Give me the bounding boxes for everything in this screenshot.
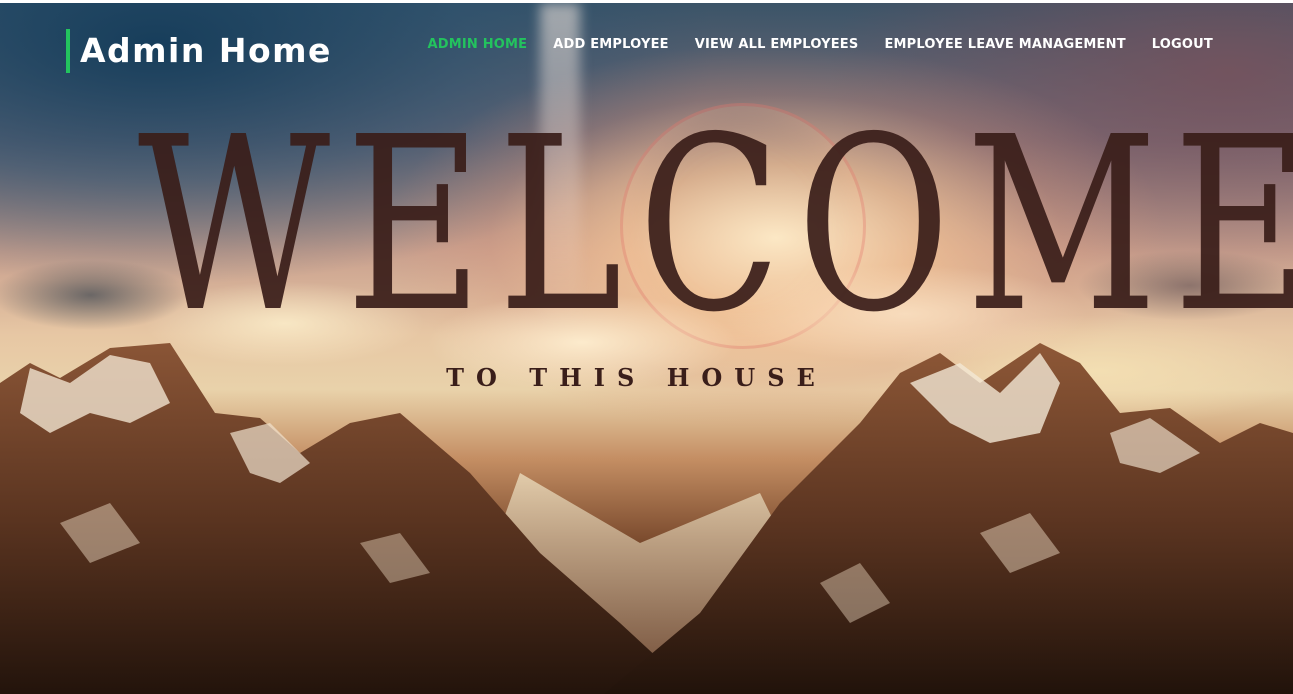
nav-item-admin-home: ADMIN HOME (427, 36, 527, 54)
nav-link-logout[interactable]: LOGOUT (1152, 36, 1213, 54)
main-nav: ADMIN HOME ADD EMPLOYEE VIEW ALL EMPLOYE… (427, 36, 1213, 54)
nav-item-view-all-employees: VIEW ALL EMPLOYEES (695, 36, 859, 54)
nav-item-employee-leave-management: EMPLOYEE LEAVE MANAGEMENT (884, 36, 1125, 54)
nav-link-add-employee[interactable]: ADD EMPLOYEE (553, 36, 669, 54)
top-navbar: Admin Home ADMIN HOME ADD EMPLOYEE VIEW … (0, 3, 1293, 89)
brand-title[interactable]: Admin Home (80, 29, 332, 73)
hero-text: WELCOME TO THIS HOUSE (0, 85, 1293, 392)
nav-item-add-employee: ADD EMPLOYEE (553, 36, 669, 54)
nav-link-employee-leave-management[interactable]: EMPLOYEE LEAVE MANAGEMENT (884, 36, 1125, 54)
nav-item-logout: LOGOUT (1152, 36, 1213, 54)
nav-link-view-all-employees[interactable]: VIEW ALL EMPLOYEES (695, 36, 859, 54)
admin-home-page: Admin Home ADMIN HOME ADD EMPLOYEE VIEW … (0, 0, 1293, 694)
nav-link-admin-home[interactable]: ADMIN HOME (427, 36, 527, 54)
welcome-title: WELCOME (137, 85, 1293, 365)
welcome-subtitle: TO THIS HOUSE (446, 363, 827, 392)
brand[interactable]: Admin Home (66, 29, 332, 73)
